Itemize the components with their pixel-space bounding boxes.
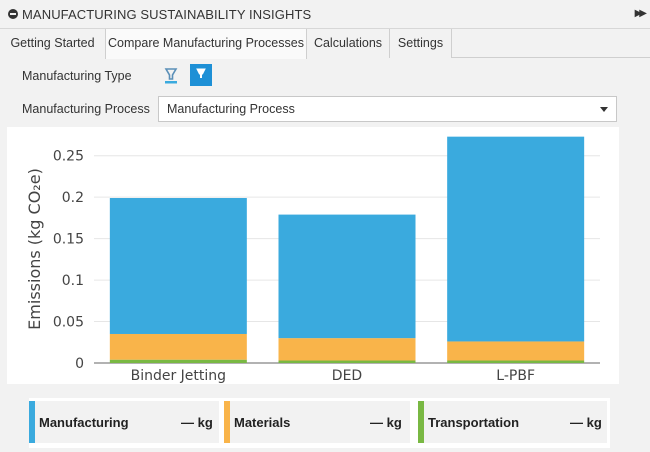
y-tick-label: 0.1 <box>62 273 84 289</box>
nozzle-filled-icon <box>196 68 206 78</box>
panel-header[interactable]: MANUFACTURING SUSTAINABILITY INSIGHTS ▶▶ <box>0 0 650 29</box>
y-tick-label: 0.25 <box>53 149 84 165</box>
legend-item-transportation: Transportation — kg <box>418 398 607 448</box>
legend-label: Materials <box>234 415 291 430</box>
legend-item-materials: Materials — kg <box>224 398 410 448</box>
bar-segment-transportation <box>278 360 416 363</box>
legend-item-manufacturing: Manufacturing — kg <box>29 398 219 448</box>
legend-value: — kg <box>181 415 213 430</box>
bar-segment-transportation <box>447 360 585 363</box>
legend-value: — kg <box>570 415 602 430</box>
legend-swatch <box>418 401 424 443</box>
bar-segment-materials <box>278 338 416 361</box>
tab-settings[interactable]: Settings <box>390 29 452 58</box>
manufacturing-type-label: Manufacturing Type <box>22 69 132 83</box>
panel-title: MANUFACTURING SUSTAINABILITY INSIGHTS <box>22 7 312 22</box>
chevron-down-icon <box>600 107 608 112</box>
manufacturing-process-value: Manufacturing Process <box>167 102 295 116</box>
additive-type-button[interactable] <box>160 64 182 86</box>
y-tick-label: 0.15 <box>53 232 84 248</box>
bar-segment-transportation <box>109 359 247 363</box>
collapse-icon[interactable] <box>8 9 18 19</box>
tab-bar: Getting Started Compare Manufacturing Pr… <box>0 29 650 59</box>
emissions-chart-svg: 0 0.05 0.1 0.15 0.2 0.25 Binder Jetting DED L-PB… <box>25 136 600 384</box>
bar-segment-materials <box>109 333 247 360</box>
x-tick-label: L-PBF <box>496 368 535 384</box>
legend-swatch <box>224 401 230 443</box>
legend-label: Manufacturing <box>39 415 129 430</box>
bar-segment-manufacturing <box>447 136 585 342</box>
tab-compare-processes[interactable]: Compare Manufacturing Processes <box>105 29 307 59</box>
tab-getting-started[interactable]: Getting Started <box>0 29 106 58</box>
legend-label: Transportation <box>428 415 520 430</box>
manufacturing-process-label: Manufacturing Process <box>22 102 150 116</box>
legend-panel: Manufacturing — kg Materials — kg Transp… <box>29 398 610 448</box>
y-axis-label: Emissions (kg CO₂e) <box>25 168 44 330</box>
expand-panel-icon[interactable]: ▶▶ <box>635 8 648 19</box>
x-tick-label: DED <box>332 368 362 384</box>
bar-segment-manufacturing <box>278 214 416 339</box>
nozzle-outline-icon <box>164 68 178 84</box>
subtractive-type-button[interactable] <box>190 64 212 86</box>
bar-segment-materials <box>447 341 585 361</box>
emissions-chart: 0 0.05 0.1 0.15 0.2 0.25 Binder Jetting DED L-PB… <box>7 127 619 384</box>
y-tick-label: 0.2 <box>62 190 84 206</box>
legend-swatch <box>29 401 35 443</box>
bar-segment-manufacturing <box>109 198 247 334</box>
x-tick-label: Binder Jetting <box>131 368 226 384</box>
tab-calculations[interactable]: Calculations <box>307 29 390 58</box>
legend-value: — kg <box>370 415 402 430</box>
y-tick-label: 0 <box>75 356 84 372</box>
manufacturing-process-select[interactable]: Manufacturing Process <box>158 96 617 122</box>
y-tick-label: 0.05 <box>53 315 84 331</box>
